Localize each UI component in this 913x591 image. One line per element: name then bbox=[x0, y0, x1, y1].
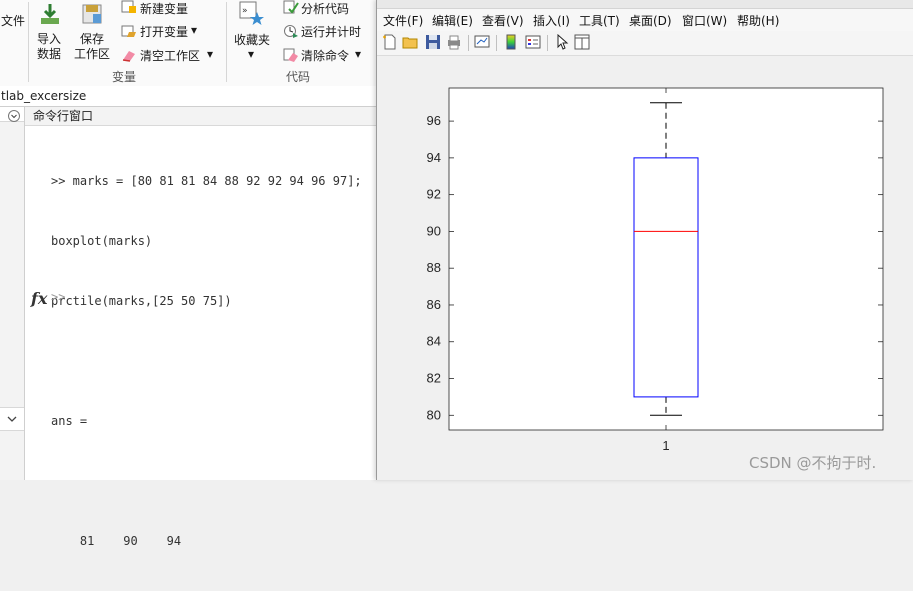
open-variable-label: 打开变量 bbox=[140, 25, 189, 39]
menu-tools[interactable]: 工具(T) bbox=[579, 12, 620, 29]
chevron-down-icon[interactable] bbox=[0, 408, 24, 430]
clear-workspace-dropdown-icon[interactable]: ▾ bbox=[207, 47, 213, 61]
watermark: CSDN @不拘于时. bbox=[749, 454, 877, 472]
clear-workspace-icon bbox=[122, 51, 135, 62]
command-window[interactable]: 命令行窗口 >> marks = [80 81 81 84 88 92 92 9… bbox=[8, 107, 378, 548]
menu-window[interactable]: 窗口(W) bbox=[682, 12, 727, 29]
code-section-label: 代码 bbox=[286, 70, 311, 84]
import-icon bbox=[41, 4, 59, 24]
clear-commands-label: 清除命令 bbox=[301, 49, 350, 63]
menu-edit[interactable]: 编辑(E) bbox=[432, 12, 473, 29]
new-figure-icon[interactable] bbox=[382, 34, 398, 50]
property-editor-icon[interactable] bbox=[574, 34, 590, 50]
menu-desktop[interactable]: 桌面(D) bbox=[629, 12, 672, 29]
variable-section-label: 变量 bbox=[112, 70, 137, 84]
boxplot-chart[interactable]: 80 82 84 86 88 90 92 94 96 1 bbox=[377, 56, 913, 480]
command-line: 81 90 94 bbox=[51, 534, 182, 548]
figure-toolbar bbox=[377, 31, 913, 56]
analyze-code-label: 分析代码 bbox=[301, 2, 350, 16]
command-history-output: >> marks = [80 81 81 84 88 92 92 94 96 9… bbox=[51, 131, 362, 591]
command-window-title: 命令行窗口 bbox=[33, 109, 94, 123]
current-folder-path: tlab_excersize bbox=[1, 89, 87, 103]
command-window-titlebar: 命令行窗口 bbox=[8, 107, 378, 126]
save-label-line2: 工作区 bbox=[74, 47, 111, 61]
y-tick-label: 84 bbox=[427, 334, 441, 349]
clear-commands-icon bbox=[283, 48, 298, 62]
file-section-label[interactable]: 文件 bbox=[1, 12, 25, 29]
run-and-time-label: 运行并计时 bbox=[301, 25, 362, 39]
toolstrip: 文件 导入 数据 保存 工作区 新建变量 打开变量 ▾ 清空工作区 ▾ 变量 »… bbox=[0, 0, 378, 87]
save-label-line1: 保存 bbox=[80, 32, 105, 46]
side-panel-collapse[interactable] bbox=[0, 407, 24, 431]
link-plot-icon[interactable] bbox=[474, 34, 490, 50]
save-workspace-icon bbox=[82, 4, 102, 24]
side-panel-strip bbox=[0, 107, 25, 480]
open-variable-dropdown-icon[interactable]: ▾ bbox=[191, 23, 197, 37]
y-tick-label: 90 bbox=[427, 223, 441, 238]
function-browser-icon[interactable]: fx bbox=[31, 289, 47, 308]
new-variable-icon bbox=[121, 0, 136, 13]
new-variable-label: 新建变量 bbox=[140, 2, 189, 16]
y-tick-label: 86 bbox=[427, 297, 441, 312]
command-line: >> marks = [80 81 81 84 88 92 92 94 96 9… bbox=[51, 174, 362, 188]
command-prompt[interactable]: >> bbox=[51, 290, 65, 304]
menu-help[interactable]: 帮助(H) bbox=[737, 12, 779, 29]
y-tick-label: 92 bbox=[427, 187, 441, 202]
y-tick-label: 82 bbox=[427, 371, 441, 386]
axes-area bbox=[448, 87, 884, 431]
figure-titlebar[interactable] bbox=[377, 0, 913, 9]
command-line: prctile(marks,[25 50 75]) bbox=[51, 294, 232, 308]
favorites-dropdown-icon[interactable]: ▾ bbox=[248, 47, 254, 61]
command-line: ans = bbox=[51, 414, 88, 428]
toolbar-separator bbox=[468, 35, 469, 51]
menu-insert[interactable]: 插入(I) bbox=[533, 12, 570, 29]
favorites-icon: » bbox=[239, 1, 264, 25]
import-label-line1: 导入 bbox=[37, 32, 62, 46]
y-tick-label: 80 bbox=[427, 407, 441, 422]
x-tick-label: 1 bbox=[662, 438, 669, 453]
favorites-label: 收藏夹 bbox=[234, 33, 271, 47]
toolstrip-divider bbox=[226, 2, 227, 82]
figure-canvas[interactable]: 80 82 84 86 88 90 92 94 96 1 CSDN @不拘于时. bbox=[377, 56, 913, 480]
figure-window: 文件(F) 编辑(E) 查看(V) 插入(I) 工具(T) 桌面(D) 窗口(W… bbox=[376, 0, 913, 480]
command-line: boxplot(marks) bbox=[51, 234, 153, 248]
save-icon[interactable] bbox=[425, 34, 441, 50]
open-file-icon[interactable] bbox=[402, 34, 418, 50]
panel-actions-icon[interactable] bbox=[7, 109, 21, 123]
legend-icon[interactable] bbox=[525, 34, 541, 50]
toolbar-separator bbox=[496, 35, 497, 51]
toolbar-separator bbox=[547, 35, 548, 51]
svg-text:»: » bbox=[242, 6, 248, 16]
figure-menubar: 文件(F) 编辑(E) 查看(V) 插入(I) 工具(T) 桌面(D) 窗口(W… bbox=[377, 9, 913, 31]
y-tick-label: 94 bbox=[427, 150, 441, 165]
pointer-icon[interactable] bbox=[554, 34, 570, 50]
menu-view[interactable]: 查看(V) bbox=[482, 12, 524, 29]
command-line bbox=[51, 471, 362, 491]
toolstrip-divider bbox=[28, 2, 29, 82]
open-variable-icon bbox=[121, 25, 136, 37]
run-and-time-icon bbox=[284, 25, 298, 38]
analyze-code-icon bbox=[283, 0, 299, 14]
clear-workspace-label: 清空工作区 bbox=[140, 49, 201, 63]
clear-commands-dropdown-icon[interactable]: ▾ bbox=[355, 47, 361, 61]
command-line bbox=[51, 351, 362, 371]
y-tick-label: 88 bbox=[427, 260, 441, 275]
colorbar-icon[interactable] bbox=[503, 34, 519, 50]
current-folder-bar[interactable]: tlab_excersize bbox=[0, 86, 378, 107]
y-tick-label: 96 bbox=[427, 113, 441, 128]
menu-file[interactable]: 文件(F) bbox=[383, 12, 423, 29]
print-icon[interactable] bbox=[446, 34, 462, 50]
import-label-line2: 数据 bbox=[37, 47, 62, 61]
